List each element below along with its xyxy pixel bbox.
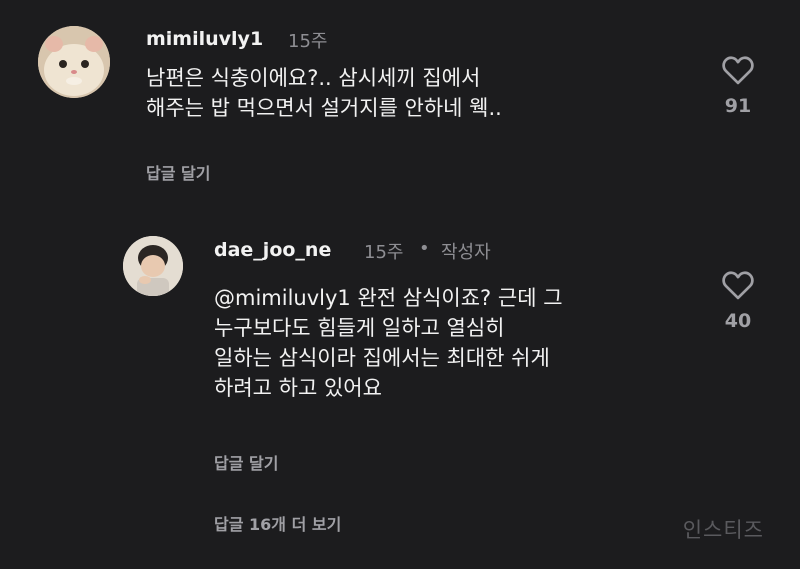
meta-separator: • <box>419 238 430 259</box>
comment-time: 15주 <box>288 31 328 52</box>
like-control[interactable]: 91 <box>718 55 758 117</box>
comment-text-line: 일하는 삼식이라 집에서는 최대한 쉬게 <box>214 346 550 370</box>
view-more-replies-button[interactable]: 답글 16개 더 보기 <box>214 511 341 535</box>
like-control[interactable]: 40 <box>718 270 758 332</box>
comment-text-line: @mimiluvly1 완전 삼식이죠? 근데 그 <box>214 283 563 313</box>
comment-text-line: 누구보다도 힘들게 일하고 열심히 <box>214 316 505 340</box>
heart-outline-icon[interactable] <box>721 270 755 300</box>
hamster-avatar-image <box>38 26 110 98</box>
comment-text-line: 해주는 밥 먹으면서 설거지를 안하네 웩.. <box>146 96 502 120</box>
comment-text: @mimiluvly1 완전 삼식이죠? 근데 그 누구보다도 힘들게 일하고 … <box>214 283 563 403</box>
avatar-child[interactable] <box>123 236 183 296</box>
mention-link[interactable]: @mimiluvly1 <box>214 286 351 310</box>
watermark: 인스티즈 <box>682 518 764 542</box>
comment-text-line: 남편은 식충이에요?.. 삼시세끼 집에서 <box>146 66 481 90</box>
comment-username[interactable]: dae_joo_ne <box>214 239 331 261</box>
like-count: 40 <box>724 310 752 332</box>
comment-text: 남편은 식충이에요?.. 삼시세끼 집에서 해주는 밥 먹으면서 설거지를 안하… <box>146 63 502 123</box>
like-count: 91 <box>724 95 752 117</box>
reply-button[interactable]: 답글 달기 <box>146 160 210 184</box>
heart-outline-icon[interactable] <box>721 55 755 85</box>
avatar-hamster[interactable] <box>38 26 110 98</box>
reply-button[interactable]: 답글 달기 <box>214 450 278 474</box>
comment-text-line: 하려고 하고 있어요 <box>214 376 382 400</box>
author-badge: 작성자 <box>441 242 491 263</box>
comment-time: 15주 <box>364 242 404 263</box>
comment-text-segment: 완전 삼식이죠? 근데 그 <box>350 286 563 310</box>
comment-username[interactable]: mimiluvly1 <box>146 28 263 50</box>
child-avatar-image <box>123 236 183 296</box>
